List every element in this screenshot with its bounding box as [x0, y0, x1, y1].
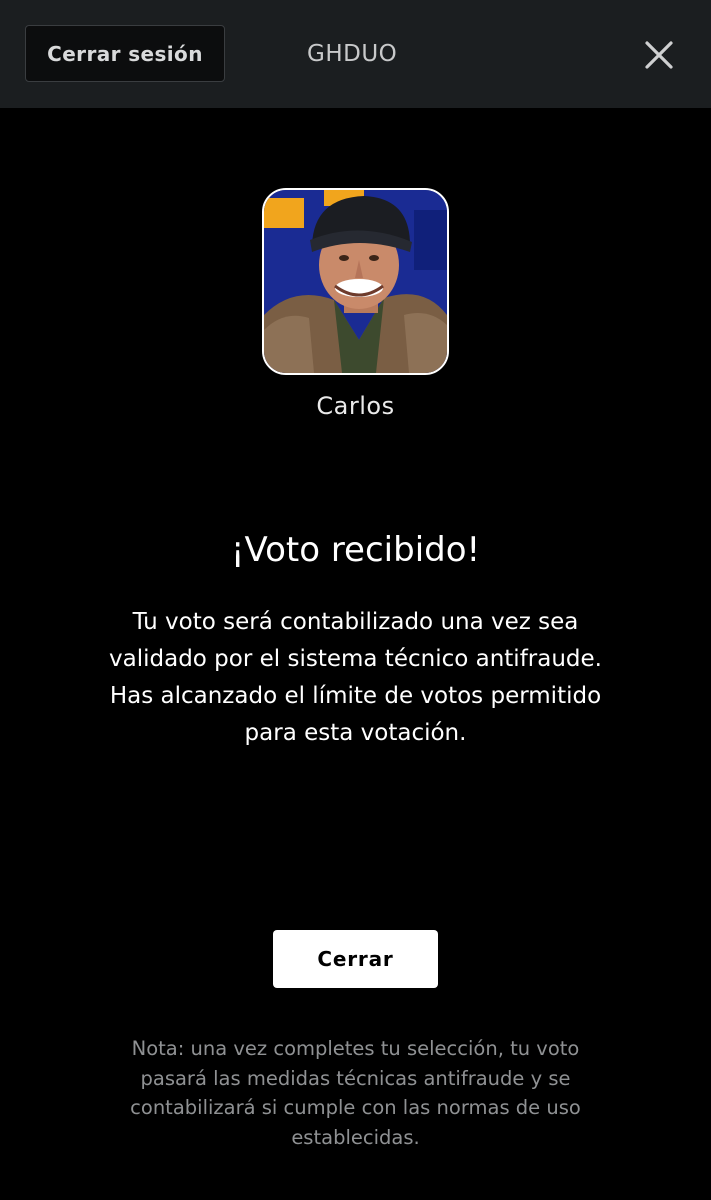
vote-message-line: para esta votación.	[244, 720, 467, 746]
footer-note: Nota: una vez completes tu selección, tu…	[80, 1034, 631, 1152]
vote-message-line: validado por el sistema técnico antifrau…	[109, 646, 602, 672]
footer-note-line: pasará las medidas técnicas antifraude y…	[140, 1066, 571, 1090]
footer-note-line: contabilizará si cumple con las normas d…	[130, 1096, 581, 1119]
vote-message: Tu voto será contabilizado una vez sea v…	[60, 604, 651, 752]
close-icon[interactable]	[640, 36, 678, 74]
vote-message-line: Tu voto será contabilizado una vez sea	[132, 609, 579, 635]
footer-note-line: Nota: una vez completes tu selección, tu…	[131, 1037, 580, 1060]
top-bar: Cerrar sesión GHDUO	[0, 0, 711, 108]
logout-button[interactable]: Cerrar sesión	[25, 25, 225, 82]
candidate-name: Carlos	[316, 392, 395, 420]
app-title: GHDUO	[307, 41, 398, 67]
vote-received-title: ¡Voto recibido!	[230, 530, 481, 570]
footer-note-line: establecidas.	[291, 1125, 420, 1149]
candidate-avatar	[262, 188, 449, 375]
close-button[interactable]: Cerrar	[273, 930, 438, 988]
vote-message-line: Has alcanzado el límite de votos permiti…	[109, 683, 602, 709]
